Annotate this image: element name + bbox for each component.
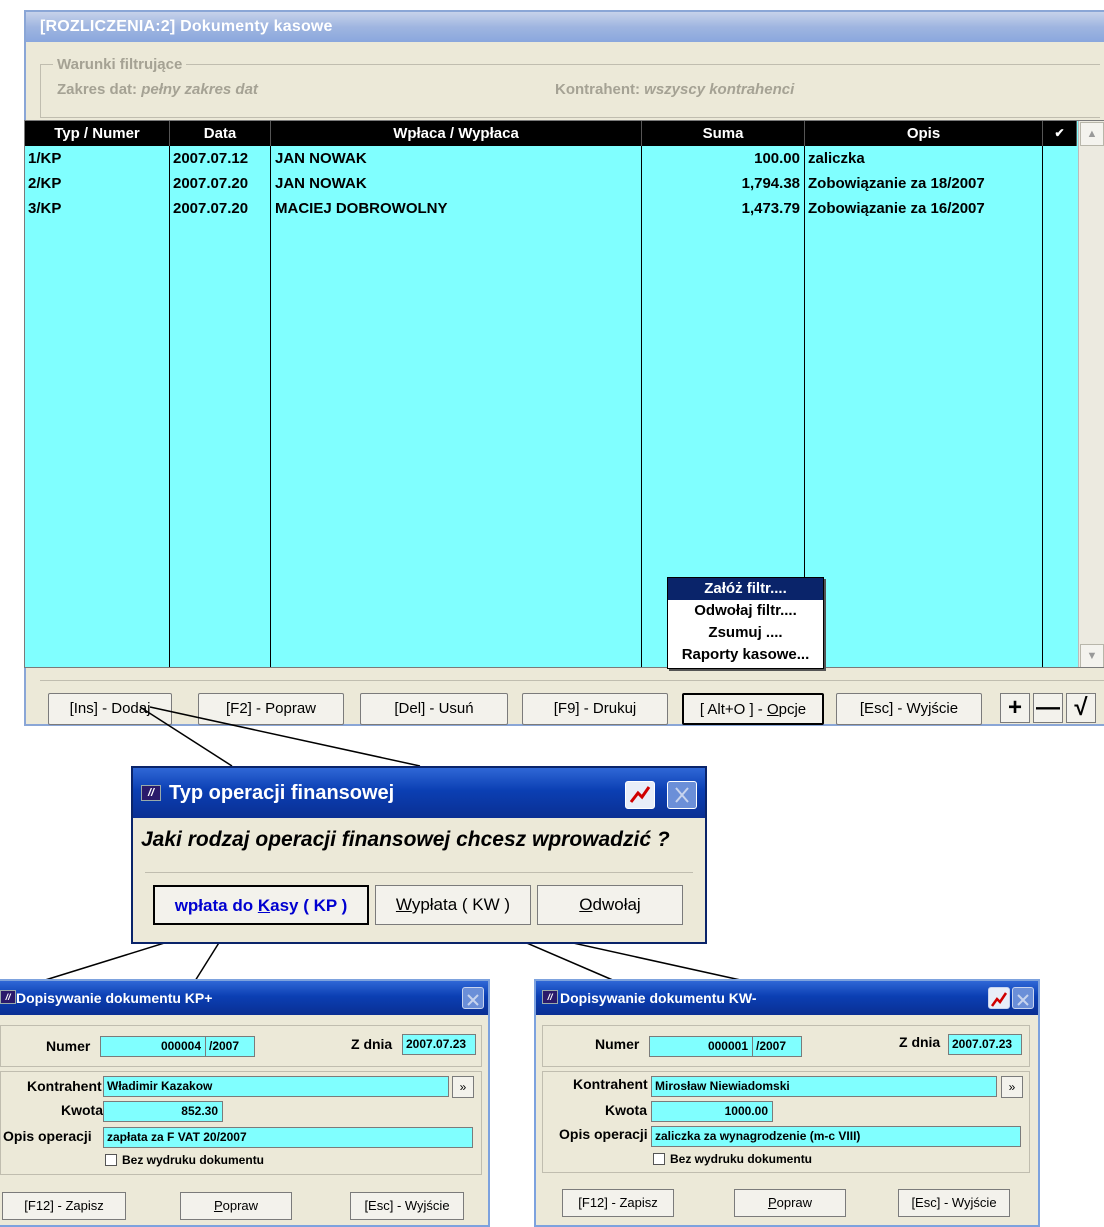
desc-label: Opis operacji	[559, 1126, 648, 1142]
dialog-button-group: wpłata do Kasy ( KP ) Wypłata ( KW ) Odw…	[145, 872, 693, 932]
contractor-picker-button[interactable]: »	[452, 1076, 474, 1098]
menu-item-cash-reports[interactable]: Raporty kasowe...	[668, 644, 823, 666]
cash-in-kp-button[interactable]: wpłata do Kasy ( KP )	[153, 885, 369, 925]
save-button[interactable]: [F12] - Zapisz	[562, 1189, 674, 1217]
kp-dialog: // Dopisywanie dokumentu KP+ Numer 00000…	[0, 979, 490, 1227]
table-row[interactable]: 1/KP 2007.07.12 JAN NOWAK 100.00 zaliczk…	[25, 146, 1043, 171]
edit-button[interactable]: [F2] - Popraw	[198, 693, 344, 725]
cash-out-kw-button[interactable]: Wypłata ( KW )	[375, 885, 531, 925]
help-icon[interactable]	[625, 781, 655, 809]
numer-field[interactable]: 000004	[100, 1036, 206, 1057]
contractor-label: Kontrahent	[27, 1078, 102, 1094]
date-label: Z dnia	[351, 1036, 393, 1052]
add-button[interactable]: [Ins] - Dodaj	[48, 693, 172, 725]
col-header-number[interactable]: Typ / Numer	[25, 121, 170, 146]
col-header-check[interactable]: ✔	[1043, 121, 1077, 146]
col-header-sum[interactable]: Suma	[642, 121, 805, 146]
dialog-title: Typ operacji finansowej	[169, 782, 395, 804]
checkbox-icon[interactable]	[105, 1154, 117, 1166]
amount-field[interactable]: 1000.00	[651, 1101, 773, 1122]
kp-dialog-title: Dopisywanie dokumentu KP+	[16, 990, 213, 1006]
edit-button[interactable]: Popraw	[180, 1192, 292, 1220]
date-range-filter: Zakres dat: pełny zakres dat	[57, 81, 258, 98]
date-field[interactable]: 2007.07.23	[402, 1034, 476, 1055]
amount-label: Kwota	[61, 1102, 103, 1118]
exit-button[interactable]: [Esc] - Wyjście	[898, 1189, 1010, 1217]
operation-type-dialog: // Typ operacji finansowej Jaki rodzaj o…	[131, 766, 707, 944]
numer-field[interactable]: 000001	[649, 1036, 753, 1057]
close-icon[interactable]	[667, 781, 697, 809]
options-button[interactable]: [ Alt+O ] - Opcje	[682, 693, 824, 725]
grid-header: Typ / Numer Data Wpłaca / Wypłaca Suma O…	[25, 121, 1077, 146]
exit-button[interactable]: [Esc] - Wyjście	[836, 693, 982, 725]
desc-label: Opis operacji	[3, 1128, 92, 1144]
table-row[interactable]: 3/KP 2007.07.20 MACIEJ DOBROWOLNY 1,473.…	[25, 196, 1043, 221]
checkbox-icon[interactable]	[653, 1153, 665, 1165]
contractor-label: Kontrahent	[573, 1076, 648, 1092]
dialog-question: Jaki rodzaj operacji finansowej chcesz w…	[141, 828, 670, 851]
numer-year-field[interactable]: /2007	[205, 1036, 255, 1057]
close-icon[interactable]	[462, 987, 484, 1009]
kw-dialog-titlebar: // Dopisywanie dokumentu KW-	[536, 981, 1038, 1015]
app-icon: //	[141, 785, 161, 801]
minus-icon[interactable]: —	[1033, 693, 1063, 723]
date-label: Z dnia	[899, 1034, 941, 1050]
menu-item-cancel-filter[interactable]: Odwołaj filtr....	[668, 600, 823, 622]
numer-label: Numer	[595, 1036, 640, 1052]
scroll-up-icon[interactable]: ▲	[1080, 122, 1104, 146]
no-print-checkbox[interactable]: Bez wydruku dokumentu	[653, 1152, 812, 1166]
numer-year-field[interactable]: /2007	[752, 1036, 802, 1057]
grid-scrollbar[interactable]: ▲ ▼	[1078, 121, 1104, 667]
help-icon[interactable]	[988, 987, 1010, 1009]
no-print-checkbox[interactable]: Bez wydruku dokumentu	[105, 1153, 264, 1167]
desc-field[interactable]: zaliczka za wynagrodzenie (m-c VIII)	[651, 1126, 1021, 1147]
date-field[interactable]: 2007.07.23	[948, 1034, 1022, 1055]
contractor-field[interactable]: Władimir Kazakow	[103, 1076, 449, 1097]
filter-group: Warunki filtrujące Zakres dat: pełny zak…	[40, 56, 1100, 118]
contractor-field[interactable]: Mirosław Niewiadomski	[651, 1076, 997, 1097]
amount-field[interactable]: 852.30	[103, 1101, 223, 1122]
button-bar: [Ins] - Dodaj [F2] - Popraw [Del] - Usuń…	[40, 680, 1104, 730]
plus-icon[interactable]: +	[1000, 693, 1030, 723]
amount-label: Kwota	[605, 1102, 647, 1118]
contractor-filter: Kontrahent: wszyscy kontrahenci	[555, 81, 795, 98]
exit-button[interactable]: [Esc] - Wyjście	[350, 1192, 464, 1220]
kw-dialog-title: Dopisywanie dokumentu KW-	[560, 990, 757, 1006]
print-button[interactable]: [F9] - Drukuj	[522, 693, 668, 725]
cancel-button[interactable]: Odwołaj	[537, 885, 683, 925]
documents-grid[interactable]: Typ / Numer Data Wpłaca / Wypłaca Suma O…	[24, 120, 1104, 668]
col-header-date[interactable]: Data	[170, 121, 271, 146]
options-menu: Załóż filtr.... Odwołaj filtr.... Zsumuj…	[667, 577, 824, 669]
numer-label: Numer	[46, 1038, 91, 1054]
col-header-desc[interactable]: Opis	[805, 121, 1043, 146]
save-button[interactable]: [F12] - Zapisz	[2, 1192, 126, 1220]
table-row[interactable]: 2/KP 2007.07.20 JAN NOWAK 1,794.38 Zobow…	[25, 171, 1043, 196]
dialog-titlebar: // Typ operacji finansowej	[133, 768, 705, 818]
menu-item-sum[interactable]: Zsumuj ....	[668, 622, 823, 644]
kw-dialog: // Dopisywanie dokumentu KW- Numer 00000…	[534, 979, 1040, 1227]
window-title: [ROZLICZENIA:2] Dokumenty kasowe	[26, 12, 1104, 42]
app-icon: //	[0, 990, 16, 1004]
check-icon[interactable]: √	[1066, 693, 1096, 723]
contractor-picker-button[interactable]: »	[1001, 1076, 1023, 1098]
menu-item-set-filter[interactable]: Załóż filtr....	[668, 578, 823, 600]
desc-field[interactable]: zapłata za F VAT 20/2007	[103, 1127, 473, 1148]
kp-dialog-titlebar: // Dopisywanie dokumentu KP+	[0, 981, 488, 1015]
edit-button[interactable]: Popraw	[734, 1189, 846, 1217]
close-icon[interactable]	[1012, 987, 1034, 1009]
app-icon: //	[542, 990, 558, 1004]
col-header-payer[interactable]: Wpłaca / Wypłaca	[271, 121, 642, 146]
delete-button[interactable]: [Del] - Usuń	[360, 693, 508, 725]
scroll-down-icon[interactable]: ▼	[1080, 644, 1104, 667]
filter-legend: Warunki filtrujące	[53, 56, 187, 73]
